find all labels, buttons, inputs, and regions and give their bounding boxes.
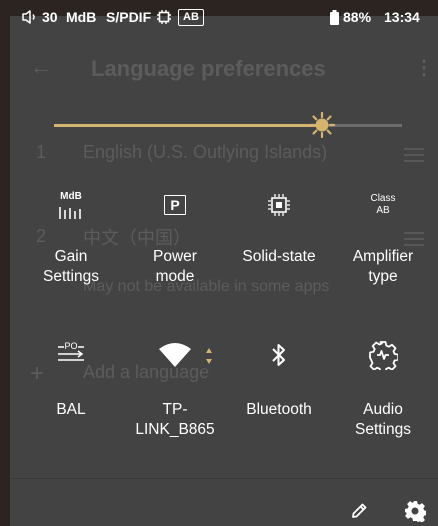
divider bbox=[10, 478, 438, 479]
tile-bluetooth-label: Bluetooth bbox=[246, 401, 312, 418]
back-arrow-icon: ← bbox=[30, 54, 52, 79]
chip-icon bbox=[229, 190, 329, 220]
audio-gear-icon bbox=[333, 340, 433, 370]
clock: 13:34 bbox=[384, 9, 420, 25]
tile-power-mode[interactable]: P Power mode bbox=[125, 190, 225, 287]
tile-power-label: Power mode bbox=[153, 248, 197, 285]
volume-unit: MdB bbox=[66, 9, 97, 25]
tile-gain-settings[interactable]: MdB Gain Settings bbox=[21, 190, 121, 287]
tile-audio-label: Audio Settings bbox=[354, 401, 411, 438]
battery-percent: 88% bbox=[343, 9, 372, 25]
settings-gear-icon[interactable] bbox=[404, 500, 426, 522]
brightness-slider-fill bbox=[54, 124, 322, 127]
ab-badge: AB bbox=[178, 9, 204, 26]
background-lang1: English (U.S. Outlying Islands) bbox=[83, 142, 328, 162]
edit-pencil-icon[interactable] bbox=[350, 502, 368, 520]
tile-amplifier-type[interactable]: Class AB Amplifier type bbox=[333, 190, 433, 287]
tile-solid-state[interactable]: Solid-state bbox=[229, 190, 329, 267]
sun-icon[interactable] bbox=[308, 111, 336, 139]
chip-icon bbox=[156, 9, 172, 28]
background-page-title: Language preferences bbox=[91, 56, 326, 81]
tile-wifi-label: TP- LINK_B865 bbox=[135, 401, 215, 438]
tile-bluetooth[interactable]: Bluetooth bbox=[229, 340, 329, 420]
status-bar: 30 MdB S/PDIF AB 88% 13:34 bbox=[0, 0, 438, 36]
battery-icon bbox=[330, 10, 339, 28]
tile-amplifier-label: Amplifier type bbox=[352, 248, 414, 285]
speaker-icon bbox=[22, 9, 38, 28]
background-lang1-number: 1 bbox=[36, 142, 47, 162]
tile-audio-settings[interactable]: Audio Settings bbox=[333, 340, 433, 440]
gain-icon: MdB bbox=[59, 191, 82, 219]
tile-solid-state-label: Solid-state bbox=[242, 248, 316, 265]
output-label: S/PDIF bbox=[106, 9, 152, 25]
class-ab-icon: Class AB bbox=[370, 193, 396, 216]
drag-handle-icon bbox=[404, 144, 424, 166]
tile-bal-label: BAL bbox=[56, 401, 86, 418]
tile-wifi[interactable]: TP- LINK_B865 bbox=[125, 340, 225, 440]
tile-gain-label: Gain Settings bbox=[42, 248, 99, 285]
wifi-icon bbox=[125, 340, 225, 370]
brightness-slider[interactable] bbox=[54, 111, 402, 139]
power-mode-icon: P bbox=[125, 190, 225, 220]
bluetooth-icon bbox=[229, 340, 329, 370]
tile-bal[interactable]: PO BAL bbox=[21, 340, 121, 420]
data-transfer-icon bbox=[206, 348, 212, 364]
output-port-icon: PO bbox=[21, 340, 121, 370]
volume-value: 30 bbox=[42, 9, 58, 25]
more-options-icon: ⋮ bbox=[414, 57, 434, 79]
